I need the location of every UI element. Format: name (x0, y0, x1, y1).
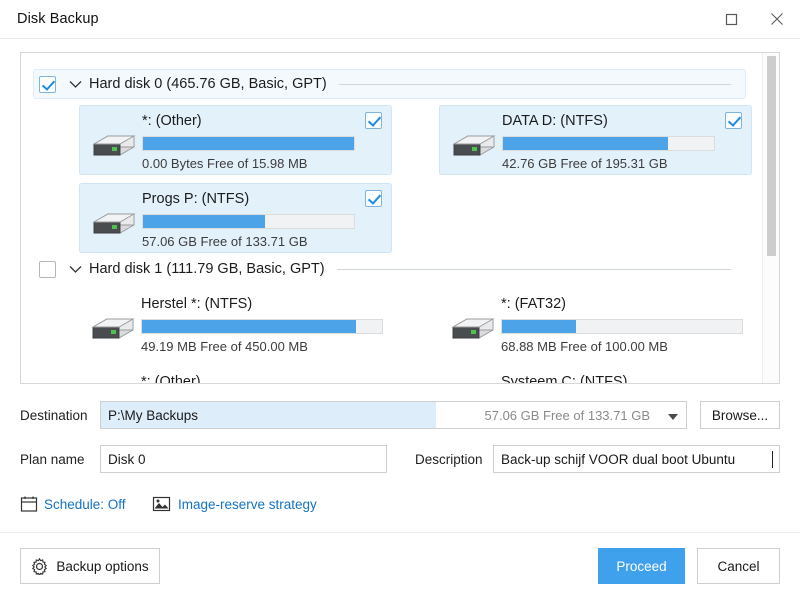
description-input[interactable]: Back-up schijf VOOR dual boot Ubuntu (493, 445, 780, 473)
volume-card-0-1[interactable]: DATA D: (NTFS) 42.76 GB Free of 195.31 G… (439, 105, 752, 175)
disk-list-scrollbar[interactable] (762, 53, 779, 383)
cancel-button[interactable]: Cancel (697, 548, 780, 584)
drive-icon (90, 130, 138, 162)
volume-usage-bar-0-1 (502, 136, 715, 151)
disk-group-label-0: Hard disk 0 (465.76 GB, Basic, GPT) (89, 76, 327, 92)
volume-free-text-1-0: 49.19 MB Free of 450.00 MB (141, 339, 308, 354)
destination-label: Destination (20, 408, 88, 423)
volume-name-1-0: Herstel *: (NTFS) (141, 296, 252, 312)
volume-usage-bar-1-1 (501, 319, 743, 334)
drive-icon (449, 313, 497, 345)
drive-icon (450, 130, 498, 162)
volume-usage-fill (503, 137, 668, 150)
volume-usage-bar-0-2 (142, 214, 355, 229)
proceed-button[interactable]: Proceed (598, 548, 685, 584)
volume-card-1-0[interactable]: Herstel *: (NTFS) 49.19 MB Free of 450.0… (79, 289, 392, 359)
backup-options-button[interactable]: Backup options (20, 548, 160, 584)
scrollbar-thumb[interactable] (767, 56, 776, 256)
backup-options-label: Backup options (56, 559, 148, 574)
disk-group-label-1: Hard disk 1 (111.79 GB, Basic, GPT) (89, 261, 325, 277)
chevron-down-icon[interactable] (65, 259, 85, 279)
image-reserve-strategy-link[interactable]: Image-reserve strategy (178, 497, 317, 512)
schedule-link[interactable]: Schedule: Off (44, 497, 126, 512)
volume-card-0-0[interactable]: *: (Other) 0.00 Bytes Free of 15.98 MB (79, 105, 392, 175)
destination-free-space: 57.06 GB Free of 133.71 GB (436, 408, 660, 423)
volume-usage-bar-0-0 (142, 136, 355, 151)
calendar-icon (20, 495, 38, 516)
destination-field-group[interactable]: P:\My Backups 57.06 GB Free of 133.71 GB (100, 401, 687, 429)
volume-checkbox-0-2[interactable] (365, 190, 382, 207)
title-bar: Disk Backup (0, 0, 800, 39)
close-icon (770, 12, 784, 26)
header-rule (339, 84, 731, 85)
browse-button[interactable]: Browse... (700, 401, 780, 429)
volume-checkbox-0-0[interactable] (365, 112, 382, 129)
gear-icon (31, 558, 48, 575)
volume-free-text-0-2: 57.06 GB Free of 133.71 GB (142, 234, 308, 249)
image-icon (152, 495, 171, 516)
volume-name-0-1: DATA D: (NTFS) (502, 113, 608, 129)
volume-name-1-1: *: (FAT32) (501, 296, 566, 312)
volume-card-1-2[interactable]: *: (Other) (79, 367, 392, 384)
destination-dropdown-button[interactable] (660, 402, 686, 428)
plan-name-input[interactable]: Disk 0 (100, 445, 387, 473)
volume-usage-fill (143, 137, 354, 150)
volume-name-1-3: Systeem C: (NTFS) (501, 374, 627, 384)
volume-name-1-2: *: (Other) (141, 374, 201, 384)
window-title: Disk Backup (17, 11, 99, 27)
volume-checkbox-0-1[interactable] (725, 112, 742, 129)
volume-usage-fill (143, 215, 265, 228)
plan-name-label: Plan name (20, 452, 85, 467)
volume-free-text-0-1: 42.76 GB Free of 195.31 GB (502, 156, 668, 171)
chevron-down-icon (668, 408, 678, 423)
volume-usage-fill (142, 320, 356, 333)
disk-group-header-0[interactable]: Hard disk 0 (465.76 GB, Basic, GPT) (33, 69, 746, 99)
disk-list-content: Hard disk 0 (465.76 GB, Basic, GPT) *: (… (21, 53, 763, 383)
footer-divider (0, 532, 800, 533)
volume-usage-bar-1-0 (141, 319, 383, 334)
volume-free-text-1-1: 68.88 MB Free of 100.00 MB (501, 339, 668, 354)
disk-group-header-1[interactable]: Hard disk 1 (111.79 GB, Basic, GPT) (33, 254, 746, 284)
volume-card-1-1[interactable]: *: (FAT32) 68.88 MB Free of 100.00 MB (439, 289, 752, 359)
disk-1-checkbox[interactable] (39, 261, 56, 278)
volume-usage-fill (502, 320, 576, 333)
drive-icon (89, 313, 137, 345)
maximize-button[interactable] (708, 0, 754, 38)
volume-name-0-0: *: (Other) (142, 113, 202, 129)
volume-name-0-2: Progs P: (NTFS) (142, 191, 249, 207)
close-button[interactable] (754, 0, 800, 38)
disk-list-panel[interactable]: Hard disk 0 (465.76 GB, Basic, GPT) *: (… (20, 52, 780, 384)
chevron-down-icon[interactable] (65, 74, 85, 94)
volume-card-0-2[interactable]: Progs P: (NTFS) 57.06 GB Free of 133.71 … (79, 183, 392, 253)
text-caret (772, 451, 773, 468)
maximize-icon (725, 13, 738, 26)
volume-card-1-3[interactable]: Systeem C: (NTFS) (439, 367, 752, 384)
drive-icon (90, 208, 138, 240)
disk-0-checkbox[interactable] (39, 76, 56, 93)
destination-input[interactable]: P:\My Backups (101, 402, 436, 428)
header-rule (337, 269, 731, 270)
description-label: Description (415, 452, 483, 467)
volume-free-text-0-0: 0.00 Bytes Free of 15.98 MB (142, 156, 307, 171)
